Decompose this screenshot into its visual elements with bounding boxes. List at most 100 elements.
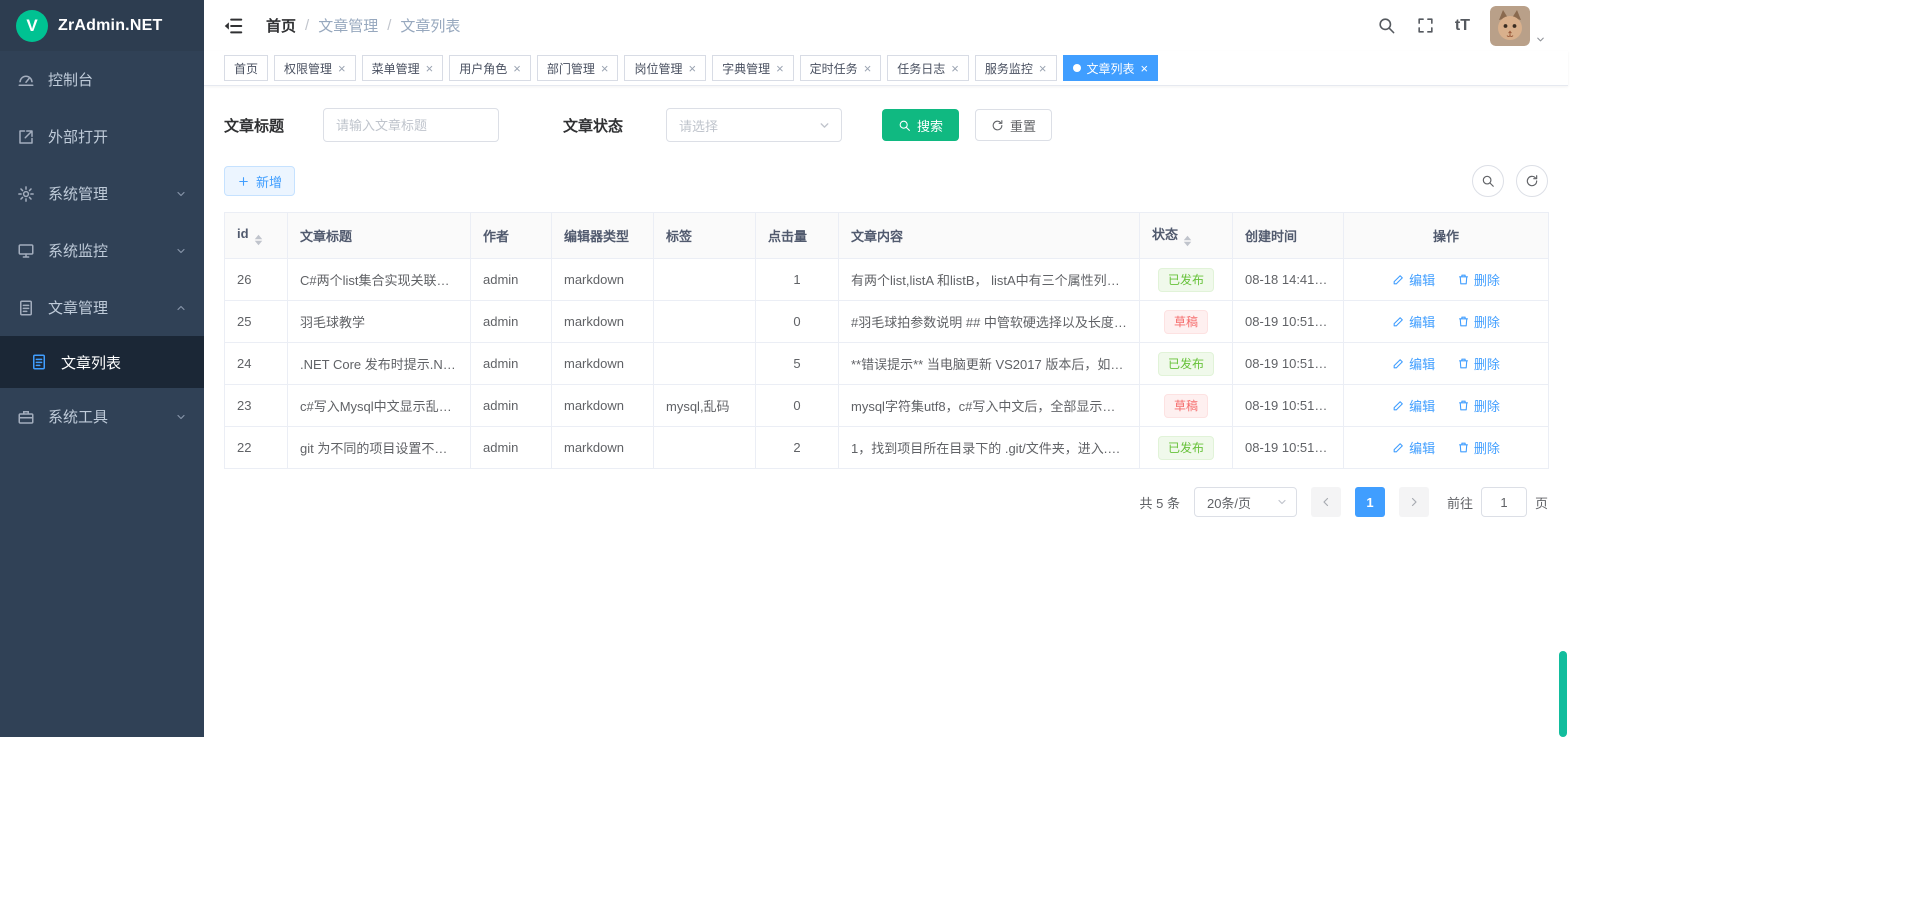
top-navbar: 首页 / 文章管理 / 文章列表 tT [204, 0, 1568, 51]
tab-dictionary[interactable]: 字典管理 × [712, 55, 794, 81]
sidebar-subitem-article-list[interactable]: 文章列表 [0, 336, 204, 388]
delete-button[interactable]: 删除 [1457, 270, 1500, 289]
sidebar-item-system-tools[interactable]: 系统工具 [0, 388, 204, 445]
cell-status: 草稿 [1140, 385, 1233, 427]
tab-task-log[interactable]: 任务日志 × [887, 55, 969, 81]
delete-button[interactable]: 删除 [1457, 312, 1500, 331]
prev-page-button[interactable] [1311, 487, 1341, 517]
edit-button[interactable]: 编辑 [1392, 312, 1435, 331]
cell-editor-type: markdown [552, 427, 654, 469]
cell-content: mysql字符集utf8，c#写入中文后，全部显示成? … [839, 385, 1140, 427]
cell-id: 26 [225, 259, 288, 301]
close-icon[interactable]: × [864, 62, 872, 75]
chevron-down-icon [175, 188, 187, 200]
tab-department[interactable]: 部门管理 × [537, 55, 619, 81]
filter-form: 文章标题 文章状态 请选择 搜索 重置 [224, 108, 1548, 142]
goto-page-input[interactable] [1481, 487, 1527, 517]
next-page-button[interactable] [1399, 487, 1429, 517]
close-icon[interactable]: × [1039, 62, 1047, 75]
table-row[interactable]: 24 .NET Core 发布时提示.NET… admin markdown 5… [225, 343, 1549, 385]
page-number-button[interactable]: 1 [1355, 487, 1385, 517]
font-size-icon[interactable]: tT [1455, 18, 1470, 34]
refresh-table-button[interactable] [1516, 165, 1548, 197]
cell-id: 23 [225, 385, 288, 427]
collapse-sidebar-icon[interactable] [222, 15, 244, 37]
close-icon[interactable]: × [601, 62, 609, 75]
close-icon[interactable]: × [426, 62, 434, 75]
table-row[interactable]: 25 羽毛球教学 admin markdown 0 #羽毛球拍参数说明 ## 中… [225, 301, 1549, 343]
edit-button[interactable]: 编辑 [1392, 396, 1435, 415]
reset-button[interactable]: 重置 [975, 109, 1052, 141]
edit-button[interactable]: 编辑 [1392, 270, 1435, 289]
cell-status: 草稿 [1140, 301, 1233, 343]
close-icon[interactable]: × [951, 62, 959, 75]
article-status-select[interactable]: 请选择 [666, 108, 842, 142]
breadcrumb-section[interactable]: 文章管理 [318, 15, 378, 36]
tabs-bar: 首页 权限管理 × 菜单管理 × 用户角色 × 部门管理 × 岗位管理 × [204, 51, 1568, 86]
tab-user-role[interactable]: 用户角色 × [449, 55, 531, 81]
table-row[interactable]: 23 c#写入Mysql中文显示乱码 … admin markdown mysq… [225, 385, 1549, 427]
chevron-up-icon [175, 302, 187, 314]
caret-down-icon [1183, 241, 1192, 247]
tab-permission[interactable]: 权限管理 × [274, 55, 356, 81]
cell-actions: 编辑 删除 [1344, 427, 1549, 469]
close-icon[interactable]: × [1141, 62, 1149, 75]
sidebar-item-external-open[interactable]: 外部打开 [0, 108, 204, 165]
cell-editor-type: markdown [552, 343, 654, 385]
table-header-row: id 文章标题 作者 编辑器类型 标签 点击量 文章内容 状态 创建时间 操作 [225, 213, 1549, 259]
sidebar-item-article-management[interactable]: 文章管理 [0, 279, 204, 336]
article-title-label: 文章标题 [224, 115, 284, 136]
sidebar-item-label: 系统监控 [48, 240, 108, 261]
tab-scheduled-task[interactable]: 定时任务 × [800, 55, 882, 81]
cell-title: git 为不同的项目设置不同… [288, 427, 471, 469]
article-status-label: 文章状态 [563, 115, 623, 136]
table-toolbar: 新增 [224, 165, 1548, 197]
cell-id: 24 [225, 343, 288, 385]
delete-button[interactable]: 删除 [1457, 354, 1500, 373]
sidebar-item-label: 外部打开 [48, 126, 108, 147]
scrollbar-thumb[interactable] [1559, 651, 1567, 737]
breadcrumb-home[interactable]: 首页 [266, 15, 296, 36]
add-button[interactable]: 新增 [224, 166, 295, 196]
tab-post[interactable]: 岗位管理 × [624, 55, 706, 81]
column-header-id[interactable]: id [225, 213, 288, 259]
tab-home[interactable]: 首页 [224, 55, 268, 81]
toggle-search-button[interactable] [1472, 165, 1504, 197]
page-size-select[interactable]: 20条/页 [1194, 487, 1297, 517]
sidebar-item-dashboard[interactable]: 控制台 [0, 51, 204, 108]
fullscreen-icon[interactable] [1416, 16, 1435, 35]
sidebar-item-system-monitor[interactable]: 系统监控 [0, 222, 204, 279]
status-badge: 草稿 [1164, 310, 1208, 334]
sort-icons[interactable] [254, 234, 263, 246]
tab-menu-management[interactable]: 菜单管理 × [362, 55, 444, 81]
sort-icons[interactable] [1183, 235, 1192, 247]
delete-button[interactable]: 删除 [1457, 396, 1500, 415]
table-row[interactable]: 22 git 为不同的项目设置不同… admin markdown 2 1，找到… [225, 427, 1549, 469]
close-icon[interactable]: × [513, 62, 521, 75]
tab-service-monitor[interactable]: 服务监控 × [975, 55, 1057, 81]
column-header-editor-type: 编辑器类型 [552, 213, 654, 259]
table-row[interactable]: 26 C#两个list集合实现关联，… admin markdown 1 有两个… [225, 259, 1549, 301]
cell-tags [654, 259, 756, 301]
tab-article-list[interactable]: 文章列表 × [1063, 55, 1159, 81]
delete-button[interactable]: 删除 [1457, 438, 1500, 457]
search-button[interactable]: 搜索 [882, 109, 959, 141]
close-icon[interactable]: × [688, 62, 696, 75]
article-title-input[interactable] [323, 108, 499, 142]
cell-status: 已发布 [1140, 259, 1233, 301]
cell-hits: 2 [756, 427, 839, 469]
app-logo[interactable]: V ZrAdmin.NET [0, 0, 204, 51]
user-menu[interactable] [1490, 6, 1546, 46]
close-icon[interactable]: × [776, 62, 784, 75]
sidebar-item-system-management[interactable]: 系统管理 [0, 165, 204, 222]
edit-button[interactable]: 编辑 [1392, 354, 1435, 373]
column-header-status[interactable]: 状态 [1140, 213, 1233, 259]
cell-tags [654, 301, 756, 343]
refresh-icon [1525, 174, 1539, 188]
refresh-icon [991, 119, 1004, 132]
chevron-down-icon [1535, 34, 1546, 45]
close-icon[interactable]: × [338, 62, 346, 75]
cell-editor-type: markdown [552, 259, 654, 301]
edit-button[interactable]: 编辑 [1392, 438, 1435, 457]
search-icon[interactable] [1377, 16, 1396, 35]
